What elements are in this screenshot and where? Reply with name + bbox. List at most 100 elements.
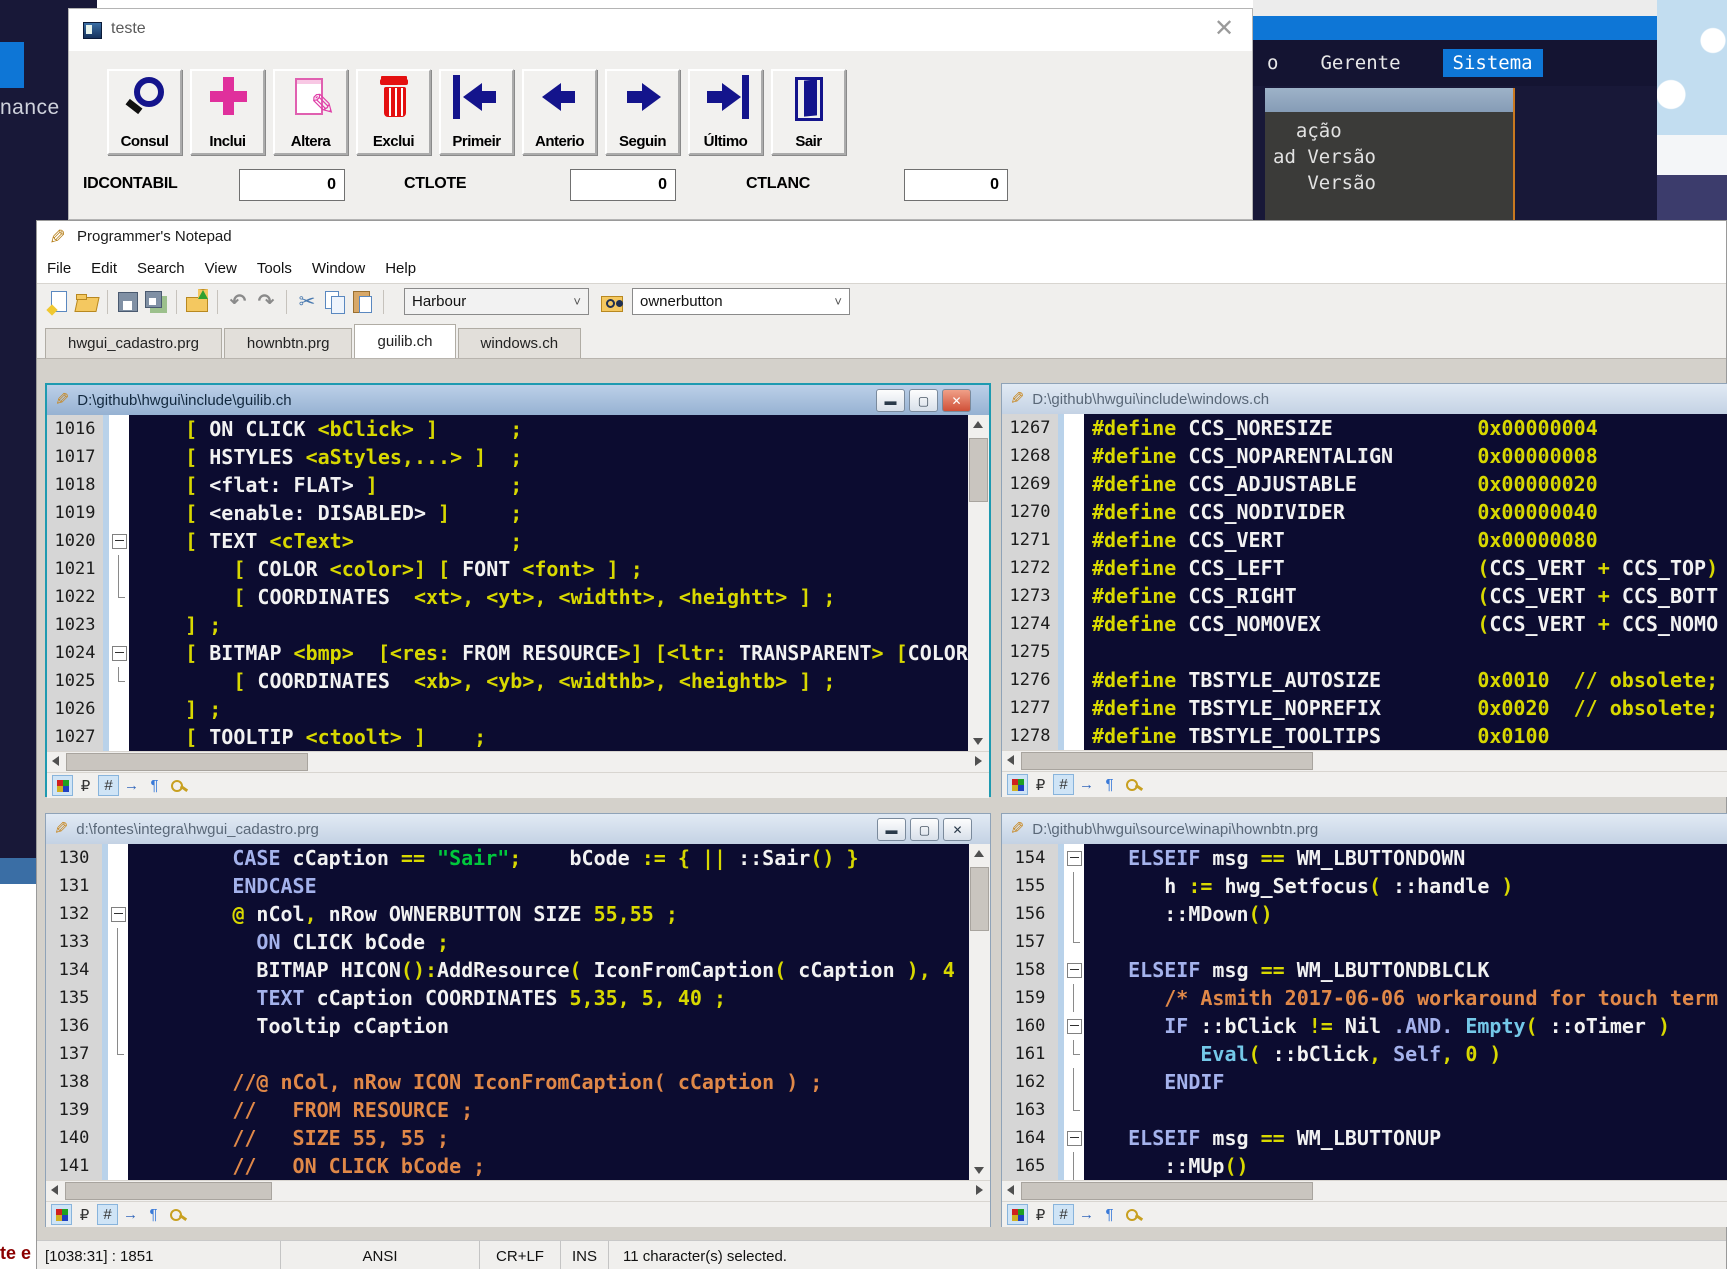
min-button[interactable]: ▬ <box>876 389 905 412</box>
menu-tools[interactable]: Tools <box>247 260 302 277</box>
code-area[interactable]: CASE cCaption == "Sair"; bCode := { || :… <box>128 844 969 1180</box>
scroll-thumb[interactable] <box>65 1182 272 1200</box>
close-button[interactable]: ✕ <box>943 818 972 841</box>
copy-icon[interactable] <box>322 289 348 315</box>
highlight-icon[interactable] <box>1122 774 1143 795</box>
menu-gerente[interactable]: Gerente <box>1320 52 1400 74</box>
scroll-thumb[interactable] <box>1021 1182 1313 1200</box>
scroll-track[interactable] <box>1021 751 1727 771</box>
scroll-thumb[interactable] <box>970 867 989 931</box>
highlight-icon[interactable] <box>166 1204 187 1225</box>
wrap-icon[interactable]: ₽ <box>75 775 96 796</box>
tab-marker-icon[interactable]: → <box>121 775 142 796</box>
tab-hwgui_cadastro.prg[interactable]: hwgui_cadastro.prg <box>45 328 222 358</box>
fold-marker[interactable] <box>1067 1019 1082 1034</box>
scroll-left-icon[interactable] <box>47 752 66 772</box>
fold-marker[interactable] <box>1067 963 1082 978</box>
scroll-track[interactable] <box>968 434 989 732</box>
scroll-left-icon[interactable] <box>1002 751 1021 771</box>
pane-titlebar[interactable]: ✎d:\fontes\integra\hwgui_cadastro.prg▬▢✕ <box>46 814 990 844</box>
horizontal-scrollbar[interactable] <box>1002 1180 1727 1201</box>
excluir-button[interactable]: Exclui <box>356 69 431 155</box>
ctlote-input[interactable]: 0 <box>570 169 676 201</box>
paste-icon[interactable] <box>350 289 376 315</box>
menu-sistema[interactable]: Sistema <box>1443 49 1543 77</box>
menu-view[interactable]: View <box>195 260 247 277</box>
scroll-up-icon[interactable] <box>969 844 990 863</box>
fold-marker[interactable] <box>1067 851 1082 866</box>
vertical-scrollbar[interactable] <box>969 844 990 1180</box>
teste-titlebar[interactable]: teste ✕ <box>69 9 1252 51</box>
pn-titlebar[interactable]: ✎ Programmer's Notepad <box>37 221 1726 253</box>
close-icon[interactable]: ✕ <box>1210 15 1238 43</box>
wrap-icon[interactable]: ₽ <box>74 1204 95 1225</box>
horizontal-scrollbar[interactable] <box>46 1180 990 1201</box>
min-button[interactable]: ▬ <box>877 818 906 841</box>
scroll-left-icon[interactable] <box>1002 1181 1021 1201</box>
anterior-button[interactable]: Anterio <box>522 69 597 155</box>
incluir-button[interactable]: Inclui <box>190 69 265 155</box>
new-file-icon[interactable] <box>46 289 72 315</box>
scroll-track[interactable] <box>969 863 990 1161</box>
scroll-up-icon[interactable] <box>968 415 989 434</box>
tab-marker-icon[interactable]: → <box>1076 774 1097 795</box>
menu-edit[interactable]: Edit <box>81 260 127 277</box>
horizontal-scrollbar[interactable] <box>47 751 989 772</box>
tab-marker-icon[interactable]: → <box>120 1204 141 1225</box>
consultar-button[interactable]: Consul <box>107 69 182 155</box>
pilcrow-icon[interactable]: ¶ <box>144 775 165 796</box>
close-button[interactable]: ✕ <box>942 389 971 412</box>
save-all-icon[interactable] <box>143 289 169 315</box>
pane-titlebar[interactable]: ✎D:\github\hwgui\source\winapi\hownbtn.p… <box>1002 814 1727 844</box>
code-area[interactable]: [ ON CLICK <bClick> ] ; [ HSTYLES <aStyl… <box>129 415 968 751</box>
tab-windows.ch[interactable]: windows.ch <box>458 328 582 358</box>
scroll-thumb[interactable] <box>66 753 308 771</box>
save-icon[interactable] <box>115 289 141 315</box>
open-file-icon[interactable] <box>74 289 100 315</box>
tab-marker-icon[interactable]: → <box>1076 1204 1097 1225</box>
ultimo-button[interactable]: Último <box>688 69 763 155</box>
console-titlebar[interactable] <box>1265 88 1513 112</box>
pane-titlebar[interactable]: ✎D:\github\hwgui\include\guilib.ch▬▢✕ <box>47 385 989 415</box>
scroll-track[interactable] <box>1021 1181 1727 1201</box>
pilcrow-icon[interactable]: ¶ <box>1099 1204 1120 1225</box>
fold-marker[interactable] <box>112 534 127 549</box>
fold-marker[interactable] <box>112 646 127 661</box>
primeiro-button[interactable]: Primeir <box>439 69 514 155</box>
code-area[interactable]: ELSEIF msg == WM_LBUTTONDOWN h := hwg_Se… <box>1084 844 1727 1180</box>
scroll-track[interactable] <box>65 1181 971 1201</box>
line-numbers-icon[interactable]: # <box>98 775 119 796</box>
sair-button[interactable]: Sair <box>771 69 846 155</box>
highlight-icon[interactable] <box>1122 1204 1143 1225</box>
cut-icon[interactable]: ✂ <box>294 289 320 315</box>
idcontabil-input[interactable]: 0 <box>239 169 345 201</box>
highlight-icon[interactable] <box>167 775 188 796</box>
blocks-icon[interactable] <box>1007 774 1028 795</box>
scroll-thumb[interactable] <box>969 438 988 502</box>
menu-file[interactable]: File <box>37 260 81 277</box>
blocks-icon[interactable] <box>52 775 73 796</box>
scroll-track[interactable] <box>66 752 970 772</box>
scroll-right-icon[interactable] <box>970 752 989 772</box>
open-project-icon[interactable] <box>184 289 210 315</box>
blocks-icon[interactable] <box>51 1204 72 1225</box>
undo-icon[interactable]: ↶ <box>225 289 251 315</box>
menu-help[interactable]: Help <box>375 260 426 277</box>
wrap-icon[interactable]: ₽ <box>1030 774 1051 795</box>
fold-marker[interactable] <box>111 907 126 922</box>
ctlanc-input[interactable]: 0 <box>904 169 1008 201</box>
scroll-left-icon[interactable] <box>46 1181 65 1201</box>
scroll-down-icon[interactable] <box>969 1161 990 1180</box>
wrap-icon[interactable]: ₽ <box>1030 1204 1051 1225</box>
tab-guilib.ch[interactable]: guilib.ch <box>354 324 455 358</box>
tab-hownbtn.prg[interactable]: hownbtn.prg <box>224 328 353 358</box>
alterar-button[interactable]: Altera <box>273 69 348 155</box>
scroll-thumb[interactable] <box>1021 752 1313 770</box>
max-button[interactable]: ▢ <box>909 389 938 412</box>
seguinte-button[interactable]: Seguin <box>605 69 680 155</box>
blocks-icon[interactable] <box>1007 1204 1028 1225</box>
fold-marker[interactable] <box>1067 1131 1082 1146</box>
search-combobox[interactable]: ownerbutton ˅ <box>632 288 850 315</box>
menu-search[interactable]: Search <box>127 260 195 277</box>
menu-window[interactable]: Window <box>302 260 375 277</box>
